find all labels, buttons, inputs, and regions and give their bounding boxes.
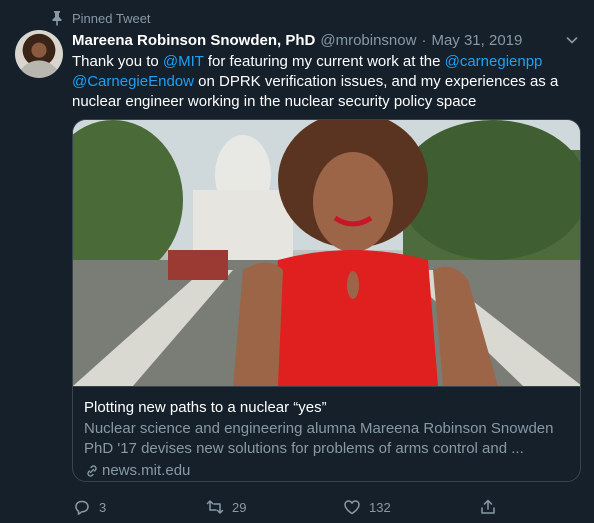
avatar[interactable] xyxy=(15,30,63,78)
card-domain-text: news.mit.edu xyxy=(102,462,191,479)
retweet-icon xyxy=(206,500,224,514)
link-icon xyxy=(87,465,97,477)
heart-icon xyxy=(344,500,360,515)
mention-carnegiepp[interactable]: @carnegienpp xyxy=(445,53,543,70)
like-button[interactable]: 132 xyxy=(343,498,391,516)
card-photo-illustration xyxy=(73,120,580,386)
retweet-button[interactable]: 29 xyxy=(206,498,246,516)
display-name[interactable]: Mareena Robinson Snowden, PhD xyxy=(72,32,315,49)
chevron-down-icon[interactable] xyxy=(564,32,580,48)
tweet-text: Thank you to @MIT for featuring my curre… xyxy=(72,52,582,112)
tweet[interactable]: Pinned Tweet Mareena Robinson Snowden, P… xyxy=(0,0,594,523)
card-description: Nuclear science and engineering alumna M… xyxy=(84,420,554,457)
reply-icon xyxy=(75,500,89,515)
card-domain: news.mit.edu xyxy=(84,461,569,481)
share-icon xyxy=(481,499,495,514)
tweet-date[interactable]: May 31, 2019 xyxy=(431,32,522,49)
reply-button[interactable]: 3 xyxy=(73,498,106,516)
card-title: Plotting new paths to a nuclear “yes” xyxy=(84,399,327,416)
like-count: 132 xyxy=(369,499,391,515)
tweet-actions: 3 29 132 xyxy=(72,497,582,517)
link-card[interactable]: Plotting new paths to a nuclear “yes” Nu… xyxy=(72,119,581,482)
reply-count: 3 xyxy=(99,499,107,515)
tweet-text-segment: for featuring my current work at the xyxy=(203,53,445,70)
separator-dot: · xyxy=(421,31,427,49)
mention-mit[interactable]: @MIT xyxy=(163,53,204,70)
share-button[interactable] xyxy=(479,498,497,516)
tweet-header: Mareena Robinson Snowden, PhD @mrobinsno… xyxy=(72,30,580,50)
card-image[interactable] xyxy=(73,120,580,386)
card-body[interactable]: Plotting new paths to a nuclear “yes” Nu… xyxy=(73,386,580,481)
pinned-label: Pinned Tweet xyxy=(72,10,151,26)
pin-icon xyxy=(52,11,62,26)
retweet-count: 29 xyxy=(232,499,247,515)
user-handle[interactable]: @mrobinsnow xyxy=(320,32,416,49)
tweet-text-segment: Thank you to xyxy=(72,53,163,70)
mention-carnegieendow[interactable]: @CarnegieEndow xyxy=(72,73,194,90)
pinned-indicator: Pinned Tweet xyxy=(50,9,151,27)
